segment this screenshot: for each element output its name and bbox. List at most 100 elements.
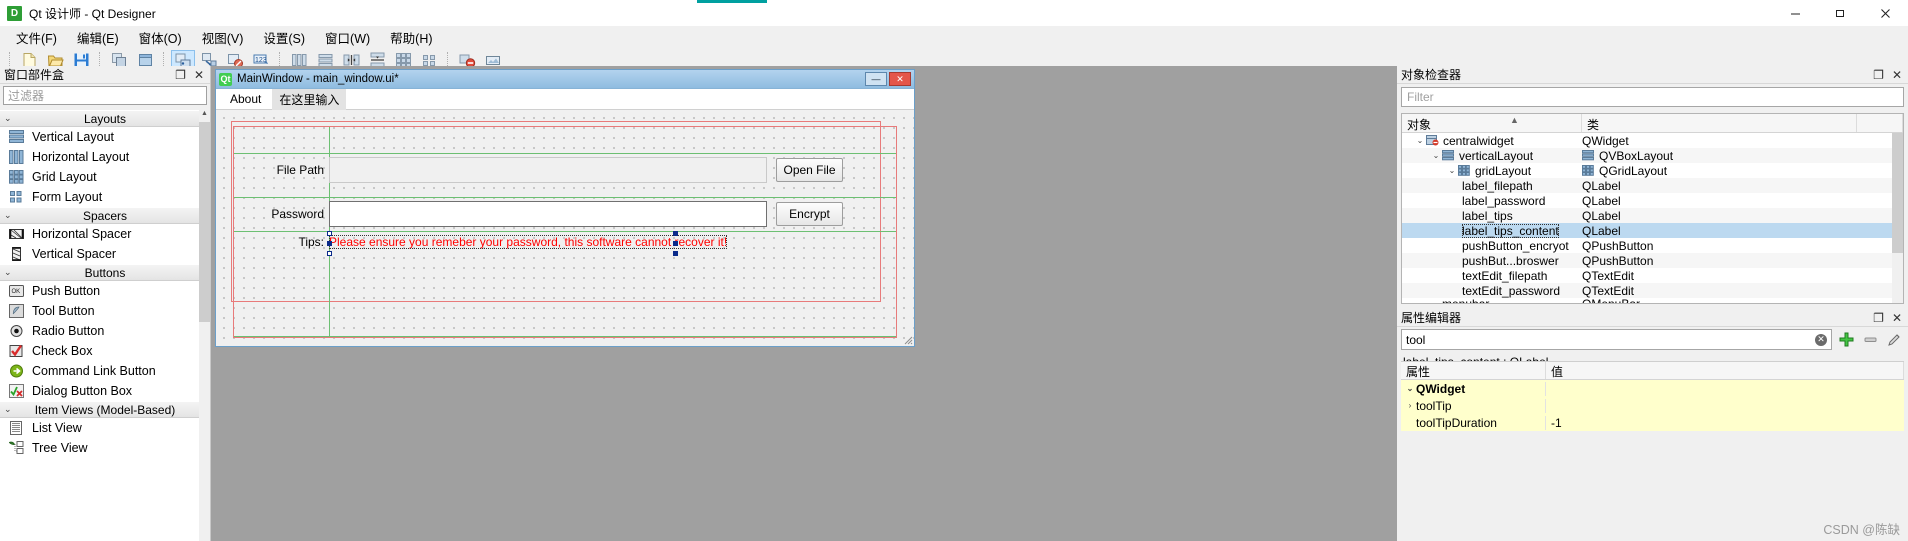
accent-strip bbox=[697, 0, 767, 3]
widget-item-command-link-button[interactable]: Command Link Button bbox=[0, 361, 210, 381]
menu-window[interactable]: 窗口(W) bbox=[315, 25, 380, 50]
scroll-thumb[interactable] bbox=[1892, 133, 1903, 253]
widget-item-vertical-layout[interactable]: Vertical Layout bbox=[0, 127, 210, 147]
grid-layout-icon bbox=[6, 169, 26, 185]
widget-group-item-views[interactable]: ⌄ Item Views (Model-Based) bbox=[0, 401, 210, 418]
widget-item-push-button[interactable]: OK Push Button bbox=[0, 281, 210, 301]
tree-row[interactable]: ⌄ menubar QMenuBar bbox=[1402, 298, 1903, 303]
maximize-button[interactable] bbox=[1818, 0, 1863, 26]
widget-item-tree-view[interactable]: Tree View bbox=[0, 438, 210, 458]
widget-item-horizontal-spacer[interactable]: Horizontal Spacer bbox=[0, 224, 210, 244]
tree-row[interactable]: label_password QLabel bbox=[1402, 193, 1903, 208]
tree-row[interactable]: ⌄ verticalLayout QVBoxLayout bbox=[1402, 148, 1903, 163]
chevron-down-icon[interactable]: ⌄ bbox=[1446, 166, 1458, 175]
float-icon[interactable]: ❐ bbox=[1873, 311, 1884, 325]
clear-icon[interactable]: ✕ bbox=[1815, 333, 1827, 346]
tree-row[interactable]: ⌄ centralwidget QWidget bbox=[1402, 133, 1903, 148]
menu-settings[interactable]: 设置(S) bbox=[253, 25, 315, 50]
form-design-canvas[interactable]: File Path Open File Password Encrypt Tip… bbox=[216, 110, 914, 346]
menu-edit[interactable]: 编辑(E) bbox=[67, 25, 129, 50]
column-header-object[interactable]: 对象 bbox=[1402, 114, 1582, 132]
float-icon[interactable]: ❐ bbox=[175, 68, 186, 82]
form-resize-grip[interactable] bbox=[901, 333, 913, 345]
property-filter-input[interactable]: tool ✕ bbox=[1401, 329, 1832, 350]
configure-property-button[interactable] bbox=[1884, 330, 1904, 350]
widget-box-list[interactable]: ⌄ Layouts Vertical Layout Horizontal Lay… bbox=[0, 110, 210, 541]
remove-property-button[interactable] bbox=[1860, 330, 1880, 350]
tree-row[interactable]: ⌄ gridLayout QGridLayout bbox=[1402, 163, 1903, 178]
widget-box-panel: 窗口部件盒 ❐ ✕ 过滤器 ⌄ Layouts Vertical Layout bbox=[0, 66, 211, 541]
chevron-down-icon[interactable]: ⌄ bbox=[1414, 136, 1426, 145]
chevron-down-icon[interactable]: ⌄ bbox=[1430, 299, 1442, 303]
chevron-right-icon[interactable]: › bbox=[1404, 401, 1416, 410]
tree-row-name: verticalLayout bbox=[1459, 148, 1534, 163]
widget-group-spacers[interactable]: ⌄ Spacers bbox=[0, 207, 210, 224]
tree-row[interactable]: label_tips QLabel bbox=[1402, 208, 1903, 223]
widget-group-buttons[interactable]: ⌄ Buttons bbox=[0, 264, 210, 281]
encrypt-button[interactable]: Encrypt bbox=[776, 202, 843, 226]
selection-handle[interactable] bbox=[673, 231, 678, 236]
close-icon[interactable]: ✕ bbox=[1892, 68, 1902, 82]
property-value[interactable]: -1 bbox=[1546, 416, 1904, 430]
form-menubar: About 在这里输入 bbox=[216, 88, 914, 110]
widget-item-check-box[interactable]: Check Box bbox=[0, 341, 210, 361]
float-icon[interactable]: ❐ bbox=[1873, 68, 1884, 82]
column-header-property[interactable]: 属性 bbox=[1401, 362, 1546, 379]
menu-file[interactable]: 文件(F) bbox=[6, 25, 67, 50]
tree-row[interactable]: label_filepath QLabel bbox=[1402, 178, 1903, 193]
widget-item-tool-button[interactable]: Tool Button bbox=[0, 301, 210, 321]
close-button[interactable] bbox=[1863, 0, 1908, 26]
label-tips-content[interactable]: Please ensure you remeber your password,… bbox=[329, 235, 728, 249]
tree-row[interactable]: textEdit_filepath QTextEdit bbox=[1402, 268, 1903, 283]
close-icon[interactable]: ✕ bbox=[1892, 311, 1902, 325]
menu-view[interactable]: 视图(V) bbox=[192, 25, 254, 50]
property-row[interactable]: › toolTip bbox=[1401, 397, 1904, 414]
widget-box-filter-input[interactable]: 过滤器 bbox=[3, 86, 207, 105]
close-icon[interactable]: ✕ bbox=[194, 68, 204, 82]
widget-box-scrollbar[interactable]: ▲ bbox=[199, 110, 210, 541]
tree-row[interactable]: pushButton_encryot QPushButton bbox=[1402, 238, 1903, 253]
scroll-up-arrow[interactable]: ▲ bbox=[199, 110, 210, 121]
scroll-thumb[interactable] bbox=[199, 122, 210, 322]
selection-handle[interactable] bbox=[673, 241, 678, 246]
widget-item-list-view[interactable]: List View bbox=[0, 418, 210, 438]
menu-form[interactable]: 窗体(O) bbox=[129, 25, 192, 50]
widget-item-vertical-spacer[interactable]: Vertical Spacer bbox=[0, 244, 210, 264]
widget-item-form-layout[interactable]: Form Layout bbox=[0, 187, 210, 207]
tree-row-selected[interactable]: label_tips_content QLabel bbox=[1402, 223, 1903, 238]
widget-item-grid-layout[interactable]: Grid Layout bbox=[0, 167, 210, 187]
open-file-button[interactable]: Open File bbox=[776, 158, 843, 182]
form-menu-placeholder[interactable]: 在这里输入 bbox=[272, 88, 347, 110]
column-header-extra[interactable] bbox=[1857, 114, 1903, 132]
property-table[interactable]: 属性 值 ⌄ QWidget › toolTip toolTipDuration… bbox=[1401, 361, 1904, 541]
add-property-button[interactable] bbox=[1836, 330, 1856, 350]
form-close-button[interactable]: ✕ bbox=[889, 72, 911, 86]
selection-handle[interactable] bbox=[327, 251, 332, 256]
textedit-filepath[interactable] bbox=[329, 157, 767, 183]
chevron-down-icon[interactable]: ⌄ bbox=[1404, 384, 1416, 393]
selection-handle[interactable] bbox=[327, 231, 332, 236]
tree-row-class: QTextEdit bbox=[1582, 283, 1635, 298]
column-header-value[interactable]: 值 bbox=[1546, 362, 1904, 379]
minimize-button[interactable] bbox=[1773, 0, 1818, 26]
chevron-down-icon[interactable]: ⌄ bbox=[1430, 151, 1442, 160]
textedit-password[interactable] bbox=[329, 201, 767, 227]
object-inspector-filter-input[interactable]: Filter bbox=[1401, 87, 1904, 107]
widget-item-radio-button[interactable]: Radio Button bbox=[0, 321, 210, 341]
object-tree-scrollbar[interactable] bbox=[1892, 133, 1903, 303]
widget-group-layouts[interactable]: ⌄ Layouts bbox=[0, 110, 210, 127]
widget-item-dialog-button-box[interactable]: Dialog Button Box bbox=[0, 381, 210, 401]
tree-row-name: textEdit_filepath bbox=[1462, 268, 1548, 283]
property-group-row[interactable]: ⌄ QWidget bbox=[1401, 380, 1904, 397]
object-tree[interactable]: 对象 类 ▲ ⌄ centralwidget QWidget ⌄ vertica… bbox=[1401, 113, 1904, 304]
selection-handle[interactable] bbox=[673, 251, 678, 256]
tree-row[interactable]: textEdit_password QTextEdit bbox=[1402, 283, 1903, 298]
menu-help[interactable]: 帮助(H) bbox=[380, 25, 442, 50]
tree-row[interactable]: pushBut...broswer QPushButton bbox=[1402, 253, 1903, 268]
selection-handle[interactable] bbox=[327, 241, 332, 246]
property-row[interactable]: toolTipDuration -1 bbox=[1401, 414, 1904, 431]
column-header-class[interactable]: 类 bbox=[1582, 114, 1857, 132]
form-minimize-button[interactable]: — bbox=[865, 72, 887, 86]
form-menu-about[interactable]: About bbox=[223, 90, 268, 108]
widget-item-horizontal-layout[interactable]: Horizontal Layout bbox=[0, 147, 210, 167]
